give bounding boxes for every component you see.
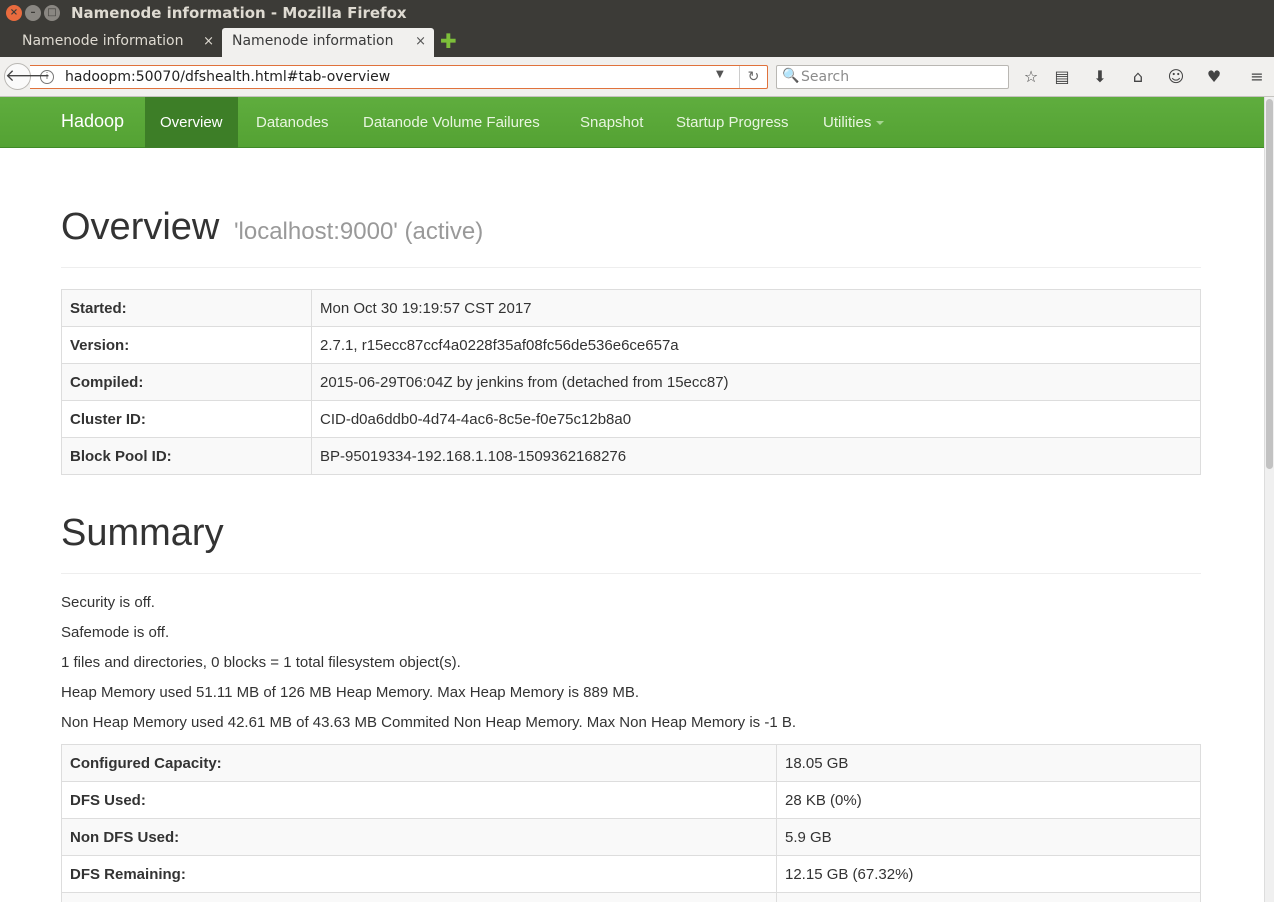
tab-strip: Namenode information × Namenode informat…	[0, 26, 1274, 57]
row-key: Configured Capacity:	[61, 744, 777, 782]
row-value: 18.05 GB	[776, 744, 1201, 782]
brand-logo[interactable]: Hadoop	[61, 111, 124, 132]
search-placeholder: Search	[801, 69, 850, 85]
row-value: 5.9 GB	[776, 818, 1201, 856]
back-arrow-icon[interactable]: 🡐	[4, 63, 51, 90]
browser-tab-2[interactable]: Namenode information ×	[222, 28, 434, 57]
summary-line: Safemode is off.	[61, 624, 170, 641]
window-controls: × – □	[6, 5, 60, 21]
nav-tab-utilities-label: Utilities	[823, 114, 872, 131]
table-row: Non DFS Used: 5.9 GB	[61, 818, 1201, 856]
table-row: Version: 2.7.1, r15ecc87ccf4a0228f35af08…	[61, 326, 1201, 364]
row-value: 28 KB (0%)	[776, 781, 1201, 819]
page-title: Overview 'localhost:9000' (active)	[61, 206, 1201, 249]
tab-close-icon[interactable]: ×	[203, 28, 214, 55]
table-row: Started: Mon Oct 30 19:19:57 CST 2017	[61, 289, 1201, 327]
row-value: Mon Oct 30 19:19:57 CST 2017	[311, 289, 1201, 327]
overview-header: Overview 'localhost:9000' (active)	[61, 206, 1201, 268]
window-close-button[interactable]: ×	[6, 5, 22, 21]
table-row: Cluster ID: CID-d0a6ddb0-4d74-4ac6-8c5e-…	[61, 400, 1201, 438]
window-titlebar: × – □ Namenode information - Mozilla Fir…	[0, 0, 1274, 26]
nav-tab-startup-progress[interactable]: Startup Progress	[661, 97, 804, 148]
scrollbar-thumb[interactable]	[1266, 99, 1273, 469]
summary-line: Heap Memory used 51.11 MB of 126 MB Heap…	[61, 684, 640, 701]
search-icon: 🔍	[782, 68, 800, 84]
url-dropdown-icon[interactable]: ▼	[716, 69, 724, 80]
search-input[interactable]: 🔍 Search	[776, 65, 1009, 89]
row-key: Non DFS Used:	[61, 818, 777, 856]
chevron-down-icon	[876, 121, 885, 126]
row-key: Version:	[61, 326, 312, 364]
row-value: CID-d0a6ddb0-4d74-4ac6-8c5e-f0e75c12b8a0	[311, 400, 1201, 438]
vertical-scrollbar[interactable]	[1264, 97, 1274, 902]
table-row: Block Pool ID: BP-95019334-192.168.1.108…	[61, 437, 1201, 475]
home-icon[interactable]: ⌂	[1127, 66, 1149, 88]
summary-header: Summary	[61, 512, 1201, 574]
menu-icon[interactable]: ≡	[1246, 66, 1268, 88]
row-key: Block Pool ID:	[61, 437, 312, 475]
overview-title: Overview	[61, 206, 220, 248]
capacity-table: Configured Capacity: 18.05 GB DFS Used: …	[61, 744, 1201, 902]
table-row: DFS Remaining: 12.15 GB (67.32%)	[61, 855, 1201, 893]
table-row: Configured Capacity: 18.05 GB	[61, 744, 1201, 782]
reload-icon[interactable]: ↻	[739, 66, 767, 88]
url-bar[interactable]: i hadoopm:50070/dfshealth.html#tab-overv…	[30, 65, 768, 89]
hadoop-navbar: Hadoop Overview Datanodes Datanode Volum…	[0, 97, 1264, 148]
window-maximize-button[interactable]: □	[44, 5, 60, 21]
row-value: BP-95019334-192.168.1.108-1509362168276	[311, 437, 1201, 475]
overview-subtitle: 'localhost:9000' (active)	[233, 218, 484, 245]
window-minimize-button[interactable]: –	[25, 5, 41, 21]
summary-line: Non Heap Memory used 42.61 MB of 43.63 M…	[61, 714, 797, 731]
url-input[interactable]: hadoopm:50070/dfshealth.html#tab-overvie…	[65, 69, 390, 85]
row-value	[776, 892, 1201, 902]
window-title: Namenode information - Mozilla Firefox	[71, 4, 407, 22]
row-key: DFS Used:	[61, 781, 777, 819]
browser-tab-1[interactable]: Namenode information ×	[0, 28, 222, 57]
nav-tab-overview[interactable]: Overview	[145, 97, 238, 148]
row-key	[61, 892, 777, 902]
summary-title: Summary	[61, 512, 224, 554]
pocket-icon[interactable]: ♥	[1203, 66, 1225, 88]
new-tab-icon[interactable]: ✚	[440, 28, 457, 55]
table-row: Compiled: 2015-06-29T06:04Z by jenkins f…	[61, 363, 1201, 401]
overview-table: Started: Mon Oct 30 19:19:57 CST 2017 Ve…	[61, 289, 1201, 475]
row-value: 2.7.1, r15ecc87ccf4a0228f35af08fc56de536…	[311, 326, 1201, 364]
tab-close-icon[interactable]: ×	[415, 28, 426, 55]
download-icon[interactable]: ⬇	[1089, 66, 1111, 88]
nav-tab-datanodes[interactable]: Datanodes	[241, 97, 344, 148]
row-key: Cluster ID:	[61, 400, 312, 438]
summary-line: Security is off.	[61, 594, 155, 611]
row-key: DFS Remaining:	[61, 855, 777, 893]
bookmark-star-icon[interactable]: ☆	[1020, 66, 1042, 88]
row-key: Started:	[61, 289, 312, 327]
nav-toolbar: i hadoopm:50070/dfshealth.html#tab-overv…	[0, 57, 1274, 97]
chat-icon[interactable]: ☺	[1165, 66, 1187, 88]
browser-tab-label: Namenode information	[22, 33, 184, 49]
table-row	[61, 892, 1201, 902]
browser-tab-label: Namenode information	[232, 33, 394, 49]
reading-list-icon[interactable]: ▤	[1051, 66, 1073, 88]
row-value: 12.15 GB (67.32%)	[776, 855, 1201, 893]
page-viewport: Hadoop Overview Datanodes Datanode Volum…	[0, 97, 1274, 902]
row-value: 2015-06-29T06:04Z by jenkins from (detac…	[311, 363, 1201, 401]
nav-tab-snapshot[interactable]: Snapshot	[565, 97, 658, 148]
row-key: Compiled:	[61, 363, 312, 401]
summary-line: 1 files and directories, 0 blocks = 1 to…	[61, 654, 461, 671]
nav-tab-utilities[interactable]: Utilities	[808, 97, 899, 148]
nav-tab-datanode-volume-failures[interactable]: Datanode Volume Failures	[348, 97, 555, 148]
table-row: DFS Used: 28 KB (0%)	[61, 781, 1201, 819]
